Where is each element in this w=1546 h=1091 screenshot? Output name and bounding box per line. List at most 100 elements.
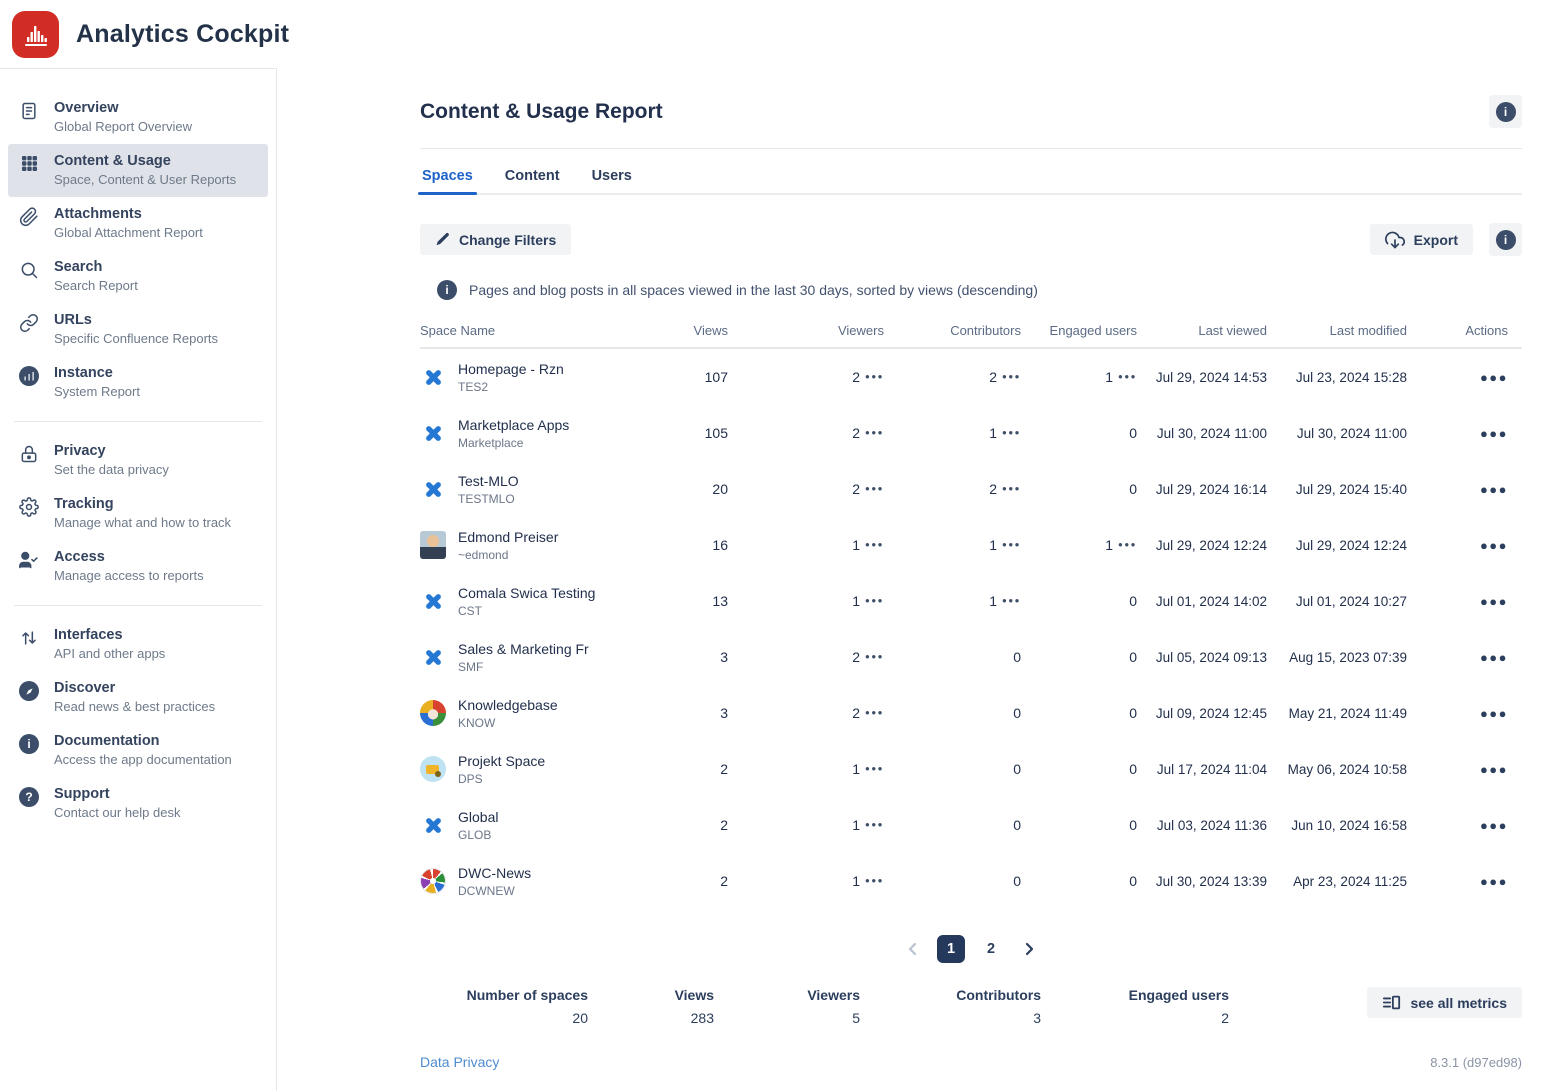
last-modified-value: Jul 30, 2024 11:00 [1267,426,1407,441]
row-actions-button[interactable]: ●●● [1480,706,1508,721]
change-filters-button[interactable]: Change Filters [420,224,571,255]
contributors-more-button[interactable]: ●●● [1002,428,1021,437]
viewers-more-button[interactable]: ●●● [865,372,884,381]
sidebar-item-attachments[interactable]: Attachments Global Attachment Report [8,197,268,250]
row-actions-button[interactable]: ●●● [1480,650,1508,665]
row-actions-button[interactable]: ●●● [1480,426,1508,441]
table-row: Marketplace Apps Marketplace 105 2●●● 1●… [420,405,1522,461]
contributors-more-button[interactable]: ●●● [1002,484,1021,493]
viewers-more-button[interactable]: ●●● [865,764,884,773]
space-name-link[interactable]: Marketplace Apps [458,417,569,434]
viewers-more-button[interactable]: ●●● [865,652,884,661]
tab-spaces[interactable]: Spaces [420,162,475,193]
contributors-more-button[interactable]: ●●● [1002,372,1021,381]
page-button-1[interactable]: 1 [937,935,965,963]
last-modified-value: May 21, 2024 11:49 [1267,706,1407,721]
sidebar-item-search[interactable]: Search Search Report [8,250,268,303]
prev-page-button[interactable] [901,937,925,961]
contributors-value: 2 [989,481,997,497]
tab-users[interactable]: Users [590,162,634,193]
sidebar-item-privacy[interactable]: Privacy Set the data privacy [8,434,268,487]
sidebar-item-sublabel: Read news & best practices [54,698,215,716]
column-header-engaged-users[interactable]: Engaged users [1021,323,1137,338]
space-name-link[interactable]: Projekt Space [458,753,545,770]
sidebar-item-sublabel: Search Report [54,277,138,295]
sidebar-item-access[interactable]: Access Manage access to reports [8,540,268,593]
column-header-space-name[interactable]: Space Name [420,323,630,338]
row-actions-button[interactable]: ●●● [1480,874,1508,889]
column-header-last-modified[interactable]: Last modified [1267,323,1407,338]
tab-content[interactable]: Content [503,162,562,193]
row-actions-button[interactable]: ●●● [1480,818,1508,833]
main-content: Content & Usage Report i SpacesContentUs… [277,68,1546,1091]
toolbar: Change Filters Export i [420,223,1522,256]
table-row: Projekt Space DPS 2 1●●● 0●●● 0●●● Jul 1… [420,741,1522,797]
column-header-actions[interactable]: Actions [1407,323,1522,338]
lock-icon [17,444,41,464]
sidebar-item-overview[interactable]: Overview Global Report Overview [8,91,268,144]
export-info-button[interactable]: i [1489,223,1522,256]
row-actions-button[interactable]: ●●● [1480,482,1508,497]
sidebar-item-urls[interactable]: URLs Specific Confluence Reports [8,303,268,356]
viewers-value: 1 [852,593,860,609]
viewers-more-button[interactable]: ●●● [865,596,884,605]
contributors-more-button[interactable]: ●●● [1002,596,1021,605]
see-all-metrics-button[interactable]: see all metrics [1367,987,1522,1018]
row-actions-button[interactable]: ●●● [1480,370,1508,385]
summary-metric-engaged-users: Engaged users 2 [1041,987,1229,1026]
viewers-more-button[interactable]: ●●● [865,876,884,885]
viewers-more-button[interactable]: ●●● [865,708,884,717]
sidebar-item-discover[interactable]: Discover Read news & best practices [8,671,268,724]
engaged-more-button[interactable]: ●●● [1118,372,1137,381]
column-header-views[interactable]: Views [630,323,728,338]
contributors-value: 0 [1013,873,1021,889]
page-button-2[interactable]: 2 [977,935,1005,963]
sidebar-item-sublabel: Specific Confluence Reports [54,330,218,348]
viewers-more-button[interactable]: ●●● [865,820,884,829]
export-button[interactable]: Export [1370,224,1473,255]
viewers-more-button[interactable]: ●●● [865,484,884,493]
space-name-link[interactable]: Edmond Preiser [458,529,558,546]
data-privacy-link[interactable]: Data Privacy [420,1054,499,1070]
space-name-link[interactable]: Homepage - Rzn [458,361,564,378]
space-name-link[interactable]: Comala Swica Testing [458,585,595,602]
sidebar-item-tracking[interactable]: Tracking Manage what and how to track [8,487,268,540]
viewers-more-button[interactable]: ●●● [865,540,884,549]
engaged-users-value: 0 [1129,705,1137,721]
column-header-viewers[interactable]: Viewers [728,323,884,338]
sidebar-item-label: Documentation [54,732,232,751]
sidebar-item-sublabel: Set the data privacy [54,461,169,479]
sidebar-item-instance[interactable]: Instance System Report [8,356,268,409]
column-header-last-viewed[interactable]: Last viewed [1137,323,1267,338]
viewers-value: 1 [852,761,860,777]
sidebar-nav: Overview Global Report Overview Content … [0,68,277,1091]
sidebar-item-label: Support [54,785,180,804]
space-name-link[interactable]: Test-MLO [458,473,519,490]
see-all-metrics-label: see all metrics [1410,995,1507,1011]
contributors-value: 0 [1013,649,1021,665]
report-info-button[interactable]: i [1489,95,1522,128]
row-actions-button[interactable]: ●●● [1480,762,1508,777]
space-name-link[interactable]: Sales & Marketing Fr [458,641,589,658]
sidebar-item-support[interactable]: ? Support Contact our help desk [8,777,268,830]
space-name-link[interactable]: DWC-News [458,865,531,882]
cloud-download-icon [1385,230,1405,250]
space-name-link[interactable]: Knowledgebase [458,697,558,714]
next-page-button[interactable] [1017,937,1041,961]
row-actions-button[interactable]: ●●● [1480,538,1508,553]
sidebar-item-documentation[interactable]: i Documentation Access the app documenta… [8,724,268,777]
column-header-contributors[interactable]: Contributors [884,323,1021,338]
views-value: 3 [630,649,728,665]
row-actions-button[interactable]: ●●● [1480,594,1508,609]
contributors-more-button[interactable]: ●●● [1002,540,1021,549]
sidebar-item-interfaces[interactable]: Interfaces API and other apps [8,618,268,671]
space-name-link[interactable]: Global [458,809,498,826]
sidebar-item-content-usage[interactable]: Content & Usage Space, Content & User Re… [8,144,268,197]
subfooter: Data Privacy 8.3.1 (d97ed98) [420,1054,1522,1070]
sidebar-item-sublabel: Space, Content & User Reports [54,171,236,189]
viewers-more-button[interactable]: ●●● [865,428,884,437]
engaged-more-button[interactable]: ●●● [1118,540,1137,549]
sidebar-item-label: Privacy [54,442,169,461]
space-key-label: DPS [458,772,545,786]
table-row: Test-MLO TESTMLO 20 2●●● 2●●● 0●●● Jul 2… [420,461,1522,517]
